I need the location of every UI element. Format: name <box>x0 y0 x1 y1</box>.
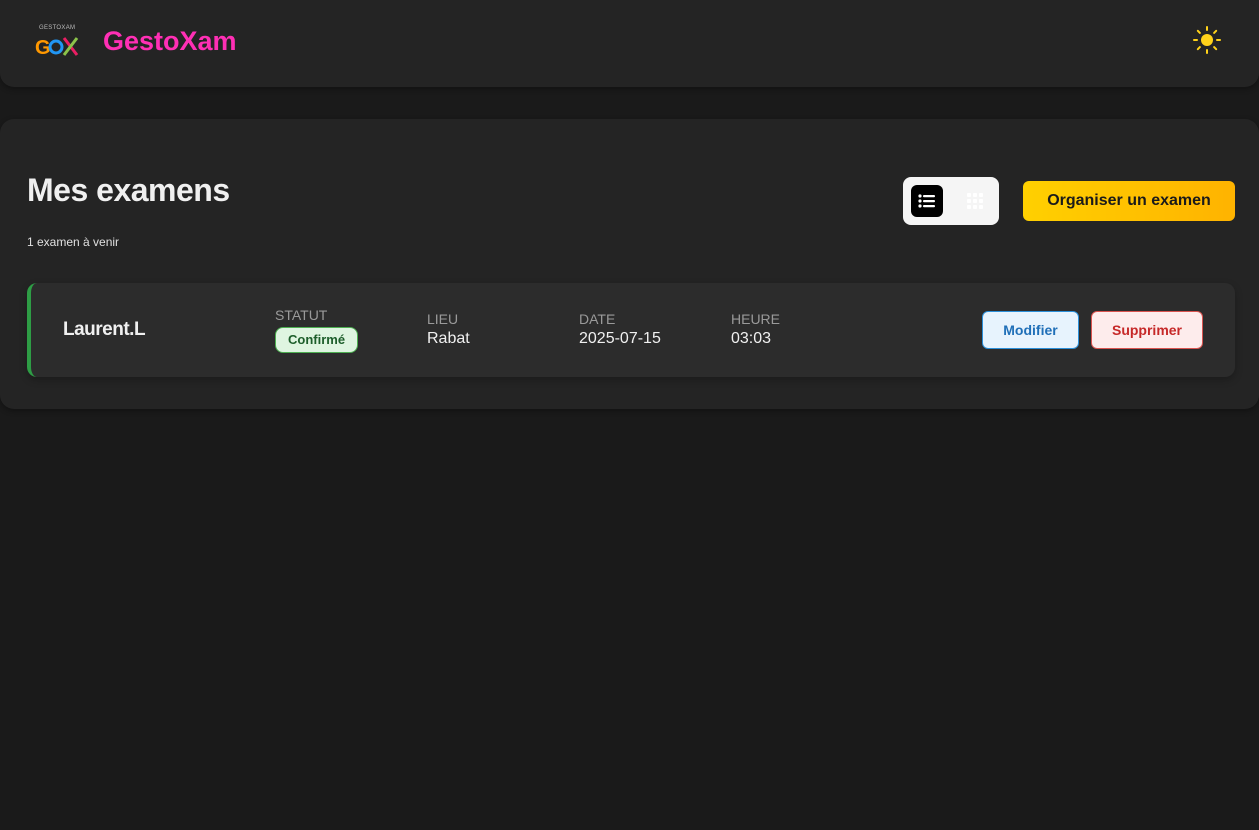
status-badge: Confirmé <box>275 327 359 353</box>
edit-button[interactable]: Modifier <box>982 311 1079 349</box>
exam-card: Laurent.L STATUT Confirmé LIEU Rabat DAT… <box>27 283 1235 377</box>
location-value: Rabat <box>427 330 470 347</box>
exam-name: Laurent.L <box>63 319 146 340</box>
location-label: LIEU <box>427 311 459 327</box>
logo-mark-icon: G <box>35 37 79 59</box>
app-header: GESTOXAM G GestoXam <box>0 0 1259 87</box>
organize-exam-button[interactable]: Organiser un examen <box>1023 181 1235 221</box>
delete-button[interactable]: Supprimer <box>1091 311 1203 349</box>
view-toggle <box>903 177 999 225</box>
sun-icon <box>1193 26 1221 54</box>
grid-view-button[interactable] <box>959 185 991 217</box>
svg-text:G: G <box>35 37 51 59</box>
time-value: 03:03 <box>731 330 772 347</box>
app-logo[interactable]: GESTOXAM G <box>34 22 80 62</box>
upcoming-count: 1 examen à venir <box>27 235 120 249</box>
date-label: DATE <box>579 311 616 327</box>
brand-name: GestoXam <box>103 26 237 56</box>
list-view-icon <box>918 194 935 208</box>
time-label: HEURE <box>731 311 781 327</box>
exams-panel: Mes examens 1 examen à venir Organiser u… <box>0 119 1259 409</box>
status-label: STATUT <box>275 307 328 323</box>
list-view-button[interactable] <box>911 185 943 217</box>
date-value: 2025-07-15 <box>579 330 661 347</box>
theme-toggle-button[interactable] <box>1192 25 1222 55</box>
grid-view-icon <box>967 193 983 209</box>
page-title: Mes examens <box>27 172 230 208</box>
